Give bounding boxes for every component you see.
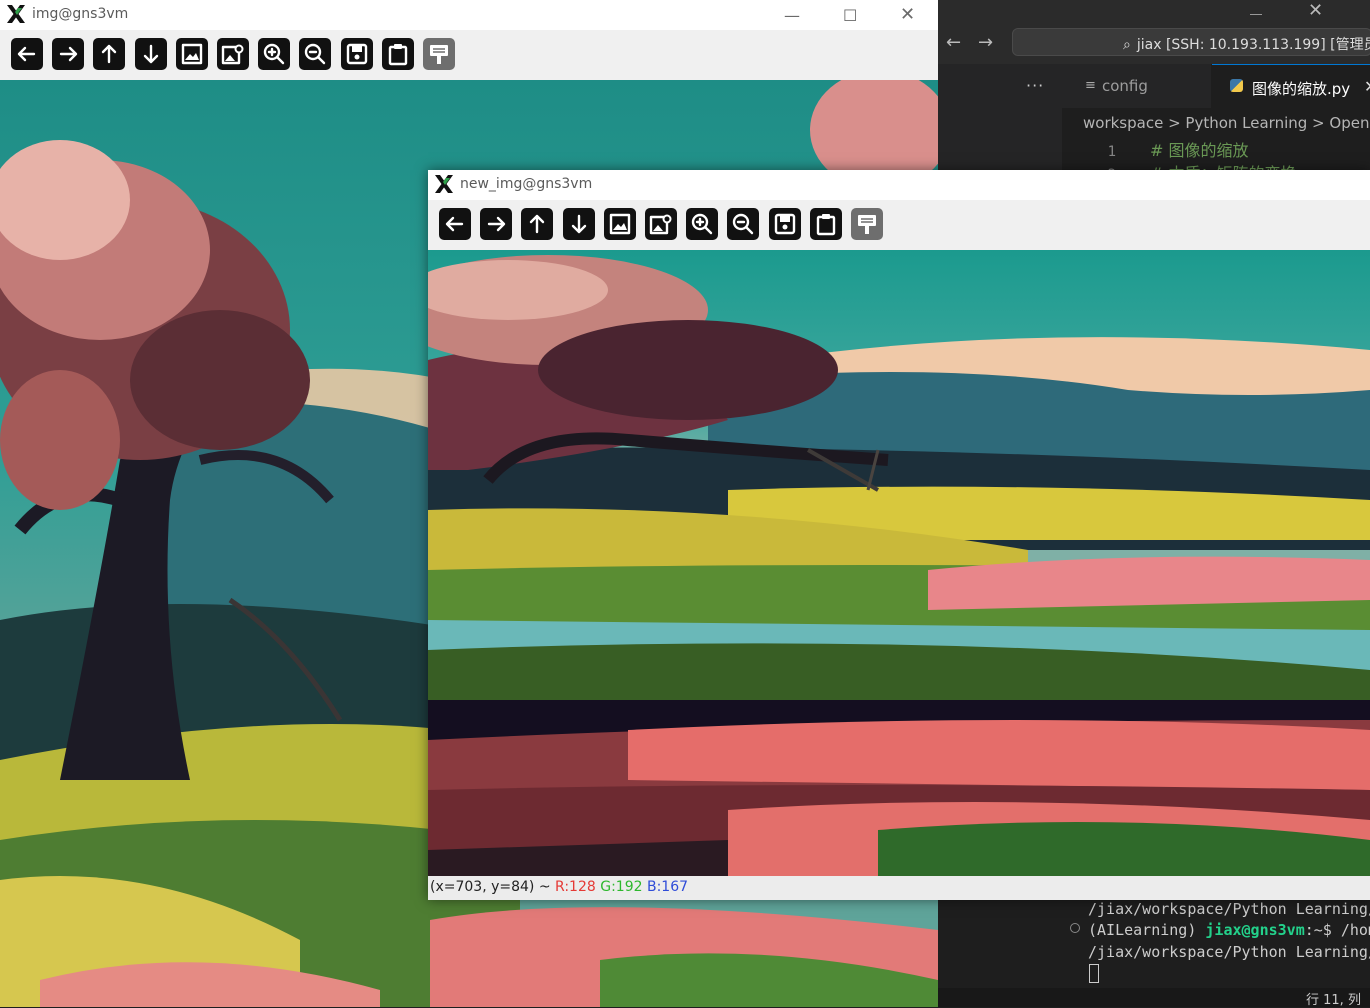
zoom-in-button[interactable]	[686, 208, 719, 240]
code-comment: # 图像的缩放	[1150, 141, 1249, 160]
minimize-icon[interactable]	[1250, 4, 1262, 15]
zoom-out-button[interactable]	[727, 208, 760, 240]
pixel-red-value: R:128	[555, 879, 596, 895]
zoom-out-icon	[305, 43, 326, 65]
arrow-up-icon	[530, 214, 545, 234]
tab-close-icon[interactable]: ✕	[1364, 77, 1370, 96]
save-button[interactable]	[768, 208, 801, 240]
image-toolbar	[0, 30, 938, 80]
zoom-out-button[interactable]	[299, 38, 332, 70]
new-img-window[interactable]: new_img@gns3vm (x=703, y=84) ~ R:128 G:1…	[428, 170, 1370, 900]
clipboard-button[interactable]	[809, 208, 842, 240]
command-status-icon	[1070, 923, 1080, 933]
properties-button[interactable]	[423, 38, 455, 70]
terminal-env: (AILearning)	[1088, 921, 1206, 939]
minimize-icon[interactable]: —	[784, 6, 800, 25]
image-icon	[609, 213, 630, 235]
arrow-left-button[interactable]	[439, 208, 471, 240]
clipboard-button[interactable]	[381, 38, 414, 70]
window-title: img@gns3vm	[32, 6, 129, 22]
zoom-out-icon	[733, 213, 754, 235]
python-file-icon	[1230, 79, 1243, 92]
command-center[interactable]: ⌕ jiax [SSH: 10.193.113.199] [管理员]	[1012, 28, 1370, 56]
search-icon: ⌕	[1123, 37, 1131, 53]
tab-label: 图像的缩放.py	[1252, 80, 1351, 98]
more-actions-icon[interactable]: ···	[1026, 76, 1044, 95]
zoom-in-button[interactable]	[258, 38, 291, 70]
window-titlebar[interactable]: img@gns3vm — ☐ ✕	[0, 0, 938, 30]
arrow-up-button[interactable]	[93, 38, 126, 70]
arrow-left-button[interactable]	[11, 38, 43, 70]
image-toolbar	[428, 200, 1370, 250]
image-person-icon	[221, 44, 244, 65]
save-button[interactable]	[340, 38, 373, 70]
image-button[interactable]	[603, 208, 636, 240]
arrow-right-button[interactable]	[52, 38, 85, 70]
pixel-status-bar: (x=703, y=84) ~ R:128 G:192 B:167	[428, 876, 1370, 900]
cursor-position[interactable]: 行 11, 列	[1306, 989, 1361, 1008]
image-person-button[interactable]	[645, 208, 677, 240]
x11-logo-icon	[435, 175, 453, 193]
arrow-left-icon	[17, 46, 36, 62]
save-icon	[774, 213, 795, 235]
terminal-line: /jiax/workspace/Python Learning/	[1088, 900, 1370, 918]
properties-button[interactable]	[851, 208, 883, 240]
close-icon[interactable]: ✕	[1308, 0, 1323, 21]
arrow-down-button[interactable]	[134, 38, 167, 70]
image-icon	[181, 43, 202, 65]
zoom-in-icon	[691, 213, 713, 235]
properties-icon	[430, 45, 448, 64]
window-titlebar[interactable]: new_img@gns3vm	[428, 170, 1370, 200]
clipboard-icon	[816, 214, 835, 236]
nav-forward-icon[interactable]: →	[978, 32, 993, 53]
clipboard-icon	[388, 44, 407, 66]
properties-icon	[858, 215, 876, 234]
save-icon	[346, 43, 367, 65]
image-person-button[interactable]	[217, 38, 249, 70]
file-lines-icon: ≡	[1085, 78, 1096, 93]
pixel-blue-value: B:167	[646, 879, 689, 895]
window-title: new_img@gns3vm	[460, 176, 593, 192]
nav-back-icon[interactable]: ←	[946, 32, 961, 53]
image-canvas[interactable]	[428, 250, 1370, 876]
maximize-icon[interactable]: ☐	[843, 6, 857, 25]
arrow-left-icon	[445, 216, 464, 232]
arrow-right-icon	[487, 216, 506, 232]
terminal-user: jiax@gns3vm	[1205, 921, 1305, 939]
x11-logo-icon	[7, 5, 25, 23]
line-number: 1	[1107, 144, 1116, 160]
painting-image	[428, 250, 1370, 876]
pixel-coords: (x=703, y=84) ~	[430, 879, 556, 895]
terminal-line: /jiax/workspace/Python Learning/	[1088, 943, 1370, 961]
arrow-up-icon	[102, 44, 117, 64]
editor-tabs: config 图像的缩放.py	[1062, 64, 1370, 108]
arrow-down-button[interactable]	[562, 208, 595, 240]
pixel-info: (x=703, y=84) ~ R:128 G:192 B:167	[430, 879, 688, 895]
image-person-icon	[649, 214, 672, 235]
terminal-cursor	[1089, 964, 1099, 983]
code-line[interactable]: 1 # 图像的缩放	[1062, 137, 1249, 161]
arrow-up-button[interactable]	[521, 208, 554, 240]
sidebar-header	[938, 64, 1062, 136]
command-center-label: jiax [SSH: 10.193.113.199] [管理员]	[1136, 37, 1370, 53]
zoom-in-icon	[263, 43, 285, 65]
terminal-line: (AILearning) jiax@gns3vm:~$ /hom	[1088, 921, 1370, 939]
terminal-path: :~$ /hom	[1304, 921, 1370, 939]
arrow-down-icon	[571, 214, 586, 234]
arrow-right-button[interactable]	[480, 208, 513, 240]
arrow-right-icon	[59, 46, 78, 62]
image-button[interactable]	[175, 38, 208, 70]
close-icon[interactable]: ✕	[900, 4, 915, 25]
pixel-green-value: G:192	[600, 879, 643, 895]
breadcrumb[interactable]: workspace > Python Learning > Opencv	[1083, 114, 1370, 132]
arrow-down-icon	[143, 44, 158, 64]
